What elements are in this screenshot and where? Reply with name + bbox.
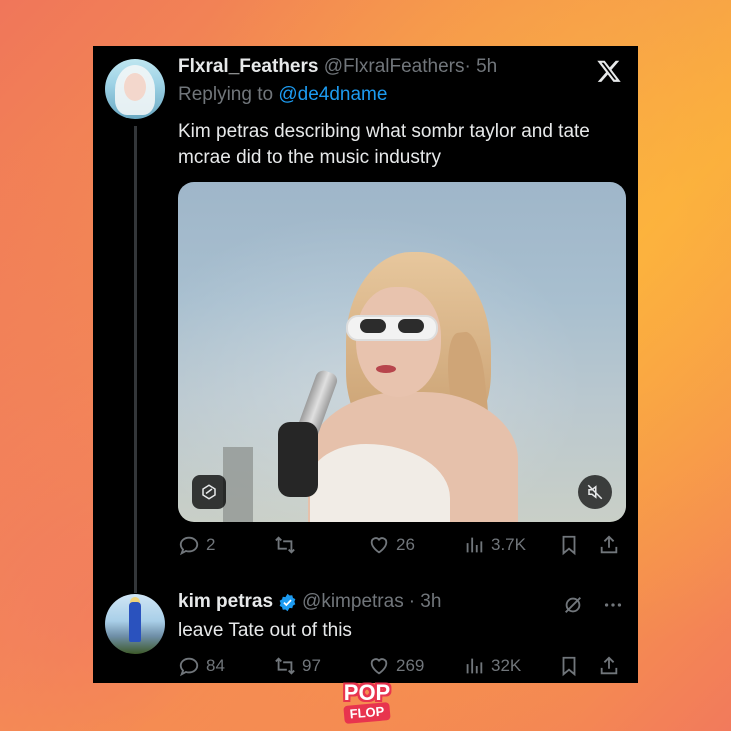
x-logo-icon[interactable]: [596, 58, 622, 84]
avatar[interactable]: [105, 594, 165, 654]
share-button[interactable]: [598, 655, 620, 677]
reply-icon: [179, 536, 199, 556]
popflop-logo: POP FLOP: [339, 680, 395, 724]
user-handle[interactable]: @FlxralFeathers: [324, 56, 465, 77]
like-button[interactable]: 26: [368, 534, 415, 556]
reply-actions: 84 97 269 32K: [178, 655, 626, 681]
share-button[interactable]: [598, 534, 620, 556]
tweet-card: Flxral_Feathers @FlxralFeathers· 5h Repl…: [93, 46, 638, 683]
like-count: 26: [396, 535, 415, 554]
display-name[interactable]: kim petras: [178, 591, 273, 613]
tweet-header: Flxral_Feathers @FlxralFeathers· 5h: [178, 56, 497, 78]
display-name[interactable]: Flxral_Feathers: [178, 56, 318, 77]
retweet-icon: [275, 657, 295, 675]
grok-icon[interactable]: [192, 475, 226, 509]
verified-icon: [279, 593, 296, 611]
retweet-button[interactable]: [274, 534, 302, 556]
bookmark-button[interactable]: [558, 655, 580, 677]
reply-button[interactable]: 2: [178, 534, 215, 556]
grok-icon[interactable]: [562, 594, 584, 616]
views-count: 32K: [491, 656, 522, 675]
tweet-actions: 2 26 3.7K: [178, 534, 626, 560]
tweet-time[interactable]: · 3h: [409, 591, 442, 613]
views-icon: [466, 658, 483, 674]
user-handle[interactable]: @kimpetras: [302, 591, 404, 613]
views-icon: [466, 537, 483, 553]
bookmark-icon: [562, 535, 576, 556]
reply-header: kim petras @kimpetras · 3h: [178, 591, 441, 613]
replying-to: Replying to @de4dname: [178, 84, 387, 106]
share-icon: [600, 535, 618, 554]
tweet-text: Kim petras describing what sombr taylor …: [178, 121, 590, 168]
bookmark-icon: [562, 656, 576, 677]
logo-flop-text: FLOP: [343, 702, 391, 724]
retweet-icon: [275, 536, 295, 554]
like-icon: [370, 537, 388, 554]
like-button[interactable]: 269: [368, 655, 424, 677]
views-button[interactable]: 32K: [463, 655, 521, 677]
avatar[interactable]: [105, 59, 165, 119]
bookmark-button[interactable]: [558, 534, 580, 556]
share-icon: [600, 656, 618, 675]
reply-icon: [179, 657, 199, 677]
replying-prefix: Replying to: [178, 84, 279, 105]
more-icon[interactable]: [602, 594, 624, 616]
retweet-count: 97: [302, 656, 321, 675]
views-count: 3.7K: [491, 535, 526, 554]
reply-top-icons: [562, 594, 624, 616]
mute-icon[interactable]: [578, 475, 612, 509]
video-player[interactable]: [178, 182, 626, 522]
tweet-time[interactable]: · 5h: [464, 56, 497, 77]
reply-text: leave Tate out of this: [178, 620, 352, 641]
retweet-button[interactable]: 97: [274, 655, 321, 677]
reply-button[interactable]: 84: [178, 655, 225, 677]
thread-line: [134, 126, 137, 593]
like-count: 269: [396, 656, 425, 675]
mention-link[interactable]: @de4dname: [278, 84, 387, 105]
like-icon: [370, 658, 388, 675]
reply-count: 2: [206, 535, 216, 554]
reply-count: 84: [206, 656, 225, 675]
views-button[interactable]: 3.7K: [463, 534, 526, 556]
